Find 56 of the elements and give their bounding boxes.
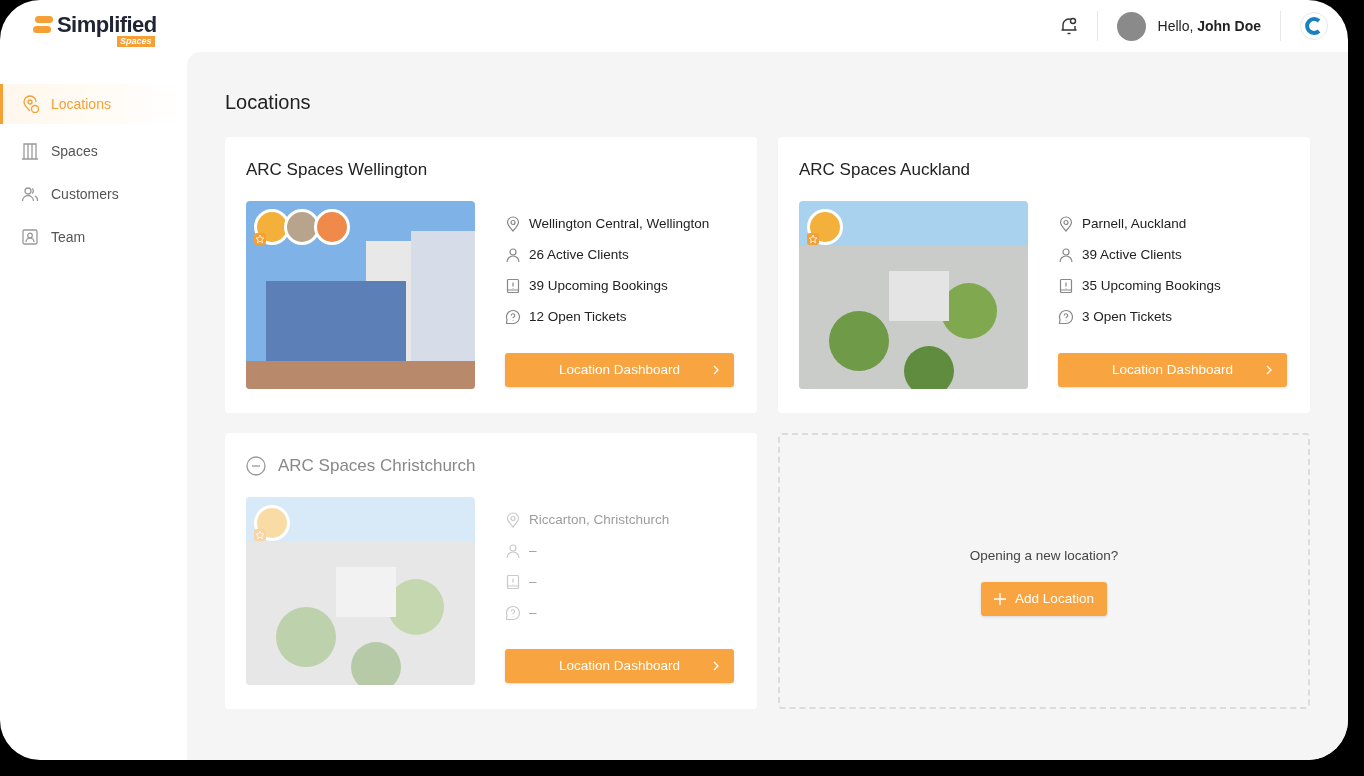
location-name: ARC Spaces Wellington [246, 159, 428, 182]
star-badge-icon [807, 233, 819, 245]
add-location-button[interactable]: Add Location [981, 582, 1107, 617]
chevron-right-icon [712, 661, 720, 671]
address-icon [505, 216, 521, 232]
sidebar-item[interactable]: Team [0, 221, 187, 253]
location-stat: 39 Upcoming Bookings [529, 276, 668, 295]
location-stat: 26 Active Clients [529, 245, 629, 264]
location-stat: – [529, 603, 537, 622]
add-location-prompt: Opening a new location? [969, 546, 1119, 565]
tickets-icon [505, 309, 521, 325]
star-badge-icon [254, 529, 266, 541]
address-icon [1058, 216, 1074, 232]
star-badge-icon [254, 233, 266, 245]
user-greeting: Hello, John Doe [1157, 16, 1261, 36]
logo-wordmark: Simplified [57, 13, 157, 36]
clients-icon [1058, 247, 1074, 263]
bookings-icon [1058, 278, 1074, 294]
avatar [254, 505, 290, 541]
sidebar-item[interactable]: Spaces [0, 135, 187, 167]
bookings-icon [505, 278, 521, 294]
location-stat: 12 Open Tickets [529, 307, 627, 326]
location-stat: – [529, 572, 537, 591]
location-dashboard-button[interactable]: Location Dashboard [505, 649, 734, 683]
tickets-icon [1058, 309, 1074, 325]
bookings-icon [505, 574, 521, 590]
logo-badge: Spaces [117, 35, 155, 47]
logo-icon [33, 15, 53, 34]
notification-bell-icon[interactable] [1059, 16, 1078, 36]
location-dashboard-button[interactable]: Location Dashboard [505, 353, 734, 387]
locations-icon [21, 95, 39, 113]
customers-icon [21, 185, 39, 203]
location-name: ARC Spaces Christchurch [278, 455, 476, 478]
page-title: Locations [225, 90, 312, 114]
location-stat: 35 Upcoming Bookings [1082, 276, 1221, 295]
location-stat: Wellington Central, Wellington [529, 214, 710, 233]
user-avatar[interactable] [1116, 11, 1146, 41]
company-logo-icon[interactable] [1300, 12, 1328, 40]
inactive-status-icon [246, 456, 266, 476]
chevron-right-icon [712, 365, 720, 375]
location-stat: – [529, 541, 537, 560]
spaces-icon [21, 142, 39, 160]
clients-icon [505, 247, 521, 263]
location-stat: Parnell, Auckland [1082, 214, 1187, 233]
address-icon [505, 512, 521, 528]
sidebar-item[interactable]: Customers [0, 178, 187, 210]
team-icon [21, 228, 39, 246]
tickets-icon [505, 605, 521, 621]
plus-icon [994, 593, 1007, 606]
location-dashboard-button[interactable]: Location Dashboard [1058, 353, 1287, 387]
location-stat: Riccarton, Christchurch [529, 510, 670, 529]
clients-icon [505, 543, 521, 559]
location-stat: 3 Open Tickets [1082, 307, 1173, 326]
location-stat: 39 Active Clients [1082, 245, 1182, 264]
chevron-right-icon [1265, 365, 1273, 375]
location-name: ARC Spaces Auckland [799, 159, 971, 182]
